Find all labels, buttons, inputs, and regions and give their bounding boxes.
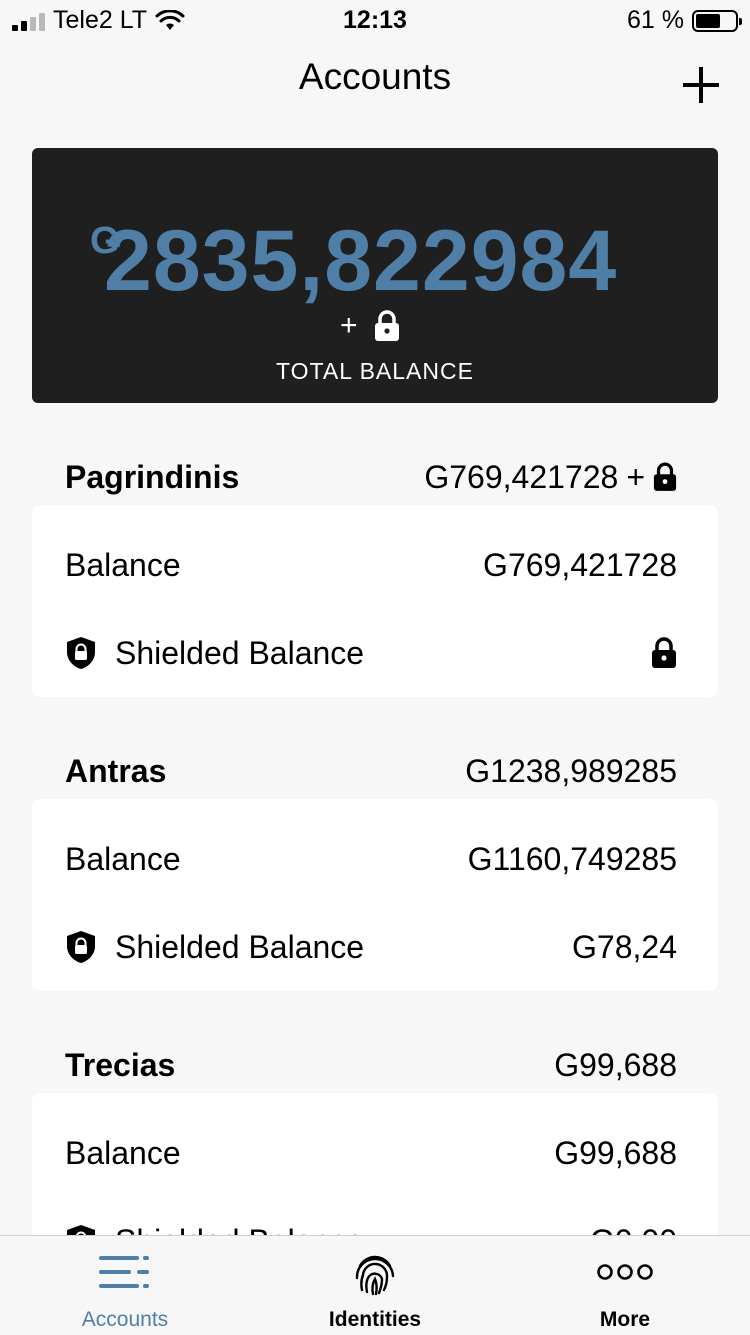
total-balance-amount: 2835,822984 xyxy=(104,213,618,309)
list-icon xyxy=(99,1256,149,1288)
tab-accounts[interactable]: Accounts xyxy=(0,1236,250,1335)
status-bar: Tele2 LT 12:13 61 % xyxy=(0,0,750,44)
balance-row: Balance G1160,749285 xyxy=(65,835,677,883)
shield-lock-icon xyxy=(67,931,95,963)
account-card[interactable]: Balance G1160,749285 Shielded Balance G7… xyxy=(32,799,718,991)
tab-identities[interactable]: Identities xyxy=(250,1236,500,1335)
account-total-value: G99,688 xyxy=(554,1046,677,1083)
page-title: Accounts xyxy=(298,56,452,97)
account-header[interactable]: Trecias G99,688 xyxy=(65,1045,677,1085)
account-total-value: G769,421728 xyxy=(424,458,619,495)
lock-icon xyxy=(652,637,676,668)
battery-percent: 61 % xyxy=(627,6,684,34)
more-icon xyxy=(597,1264,653,1280)
balance-row: Balance G99,688 xyxy=(65,1129,677,1177)
tab-label: Accounts xyxy=(81,1308,169,1331)
tab-label: More xyxy=(599,1308,651,1331)
status-right: 61 % xyxy=(627,6,742,35)
account-header[interactable]: Antras G1238,989285 xyxy=(65,751,677,791)
shielded-balance-value: G78,24 xyxy=(572,928,677,965)
total-balance-icons: + xyxy=(340,310,400,342)
account-total: G769,421728 + xyxy=(424,459,677,496)
balance-value: G1160,749285 xyxy=(467,840,677,877)
balance-row: Balance G769,421728 xyxy=(65,541,677,589)
account-name: Antras xyxy=(65,752,167,789)
battery-icon xyxy=(692,9,742,32)
account-name: Trecias xyxy=(65,1046,176,1083)
total-balance-card: G 2835,822984 + TOTAL BALANCE xyxy=(32,148,718,403)
lock-icon xyxy=(653,462,677,491)
balance-value: G99,688 xyxy=(554,1134,677,1171)
account-header[interactable]: Pagrindinis G769,421728 + xyxy=(65,457,677,497)
account-name: Pagrindinis xyxy=(65,458,240,495)
balance-label: Balance xyxy=(65,546,181,583)
tab-more[interactable]: More xyxy=(500,1236,750,1335)
shielded-balance-row: Shielded Balance xyxy=(65,629,677,677)
shielded-balance-label: Shielded Balance xyxy=(115,634,365,671)
balance-label: Balance xyxy=(65,1134,181,1171)
account-card[interactable]: Balance G769,421728 Shielded Balance xyxy=(32,505,718,697)
shielded-balance-row: Shielded Balance G78,24 xyxy=(65,923,677,971)
total-balance-label: TOTAL BALANCE xyxy=(276,358,474,384)
plus-icon: + xyxy=(340,309,358,342)
plus-icon: + xyxy=(626,458,645,495)
shielded-balance-label: Shielded Balance xyxy=(115,928,365,965)
tab-bar: Accounts Identities More xyxy=(0,1235,750,1335)
add-account-button[interactable] xyxy=(680,64,722,106)
fingerprint-icon xyxy=(355,1255,395,1296)
shield-lock-icon xyxy=(67,637,95,669)
balance-value: G769,421728 xyxy=(483,546,677,583)
lock-icon xyxy=(374,310,399,341)
balance-label: Balance xyxy=(65,840,181,877)
account-total-value: G1238,989285 xyxy=(465,752,677,789)
tab-label: Identities xyxy=(328,1308,422,1331)
